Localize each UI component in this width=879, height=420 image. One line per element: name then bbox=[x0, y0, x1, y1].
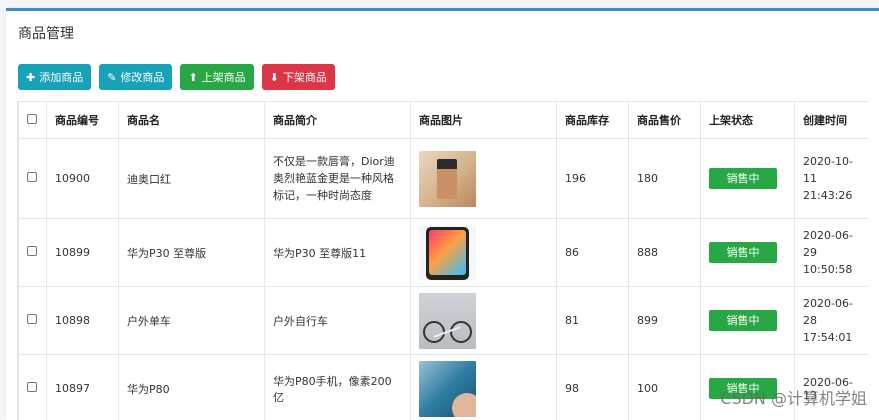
watermark: CSDN @计算机学姐 bbox=[720, 385, 867, 409]
cell-image bbox=[411, 355, 557, 420]
header-stock: 商品库存 bbox=[557, 102, 629, 139]
plus-icon: ✚ bbox=[26, 72, 35, 83]
edit-icon: ✎ bbox=[107, 72, 116, 83]
cell-name: 华为P30 至尊版 bbox=[119, 219, 265, 287]
cell-intro: 户外自行车 bbox=[265, 287, 411, 355]
cell-created: 2020-06-29 10:50:58 bbox=[795, 219, 869, 287]
cell-intro: 华为P80手机，像素200亿 bbox=[265, 355, 411, 420]
cell-name: 迪奥口红 bbox=[119, 139, 265, 219]
cell-status: 销售中 bbox=[701, 287, 795, 355]
delist-product-button[interactable]: ⬇ 下架商品 bbox=[262, 64, 335, 90]
select-all-cell bbox=[19, 102, 47, 139]
row-checkbox[interactable] bbox=[27, 314, 37, 324]
row-checkbox[interactable] bbox=[27, 382, 37, 392]
list-product-button[interactable]: ⬆ 上架商品 bbox=[180, 64, 253, 90]
cell-created: 2020-10-11 21:43:26 bbox=[795, 139, 869, 219]
row-checkbox[interactable] bbox=[27, 172, 37, 182]
page-title: 商品管理 bbox=[18, 23, 74, 43]
cell-stock: 86 bbox=[557, 219, 629, 287]
phone-image bbox=[419, 225, 476, 281]
cell-price: 100 bbox=[629, 355, 701, 420]
cell-image bbox=[411, 139, 557, 219]
add-product-label: 添加商品 bbox=[39, 69, 83, 85]
cell-price: 180 bbox=[629, 139, 701, 219]
status-badge: 销售中 bbox=[709, 242, 777, 263]
arrow-up-icon: ⬆ bbox=[188, 72, 197, 83]
table-row[interactable]: 10899 华为P30 至尊版 华为P30 至尊版11 86 888 销售中 2… bbox=[19, 219, 869, 287]
phone-image bbox=[419, 361, 476, 417]
row-select-cell bbox=[19, 355, 47, 420]
cell-stock: 98 bbox=[557, 355, 629, 420]
bicycle-image bbox=[419, 293, 476, 349]
table-header-row: 商品编号 商品名 商品简介 商品图片 商品库存 商品售价 上架状态 创建时间 bbox=[19, 102, 869, 139]
cell-price: 899 bbox=[629, 287, 701, 355]
product-table-wrapper: 商品编号 商品名 商品简介 商品图片 商品库存 商品售价 上架状态 创建时间 1… bbox=[17, 101, 868, 420]
cell-created: 2020-06-28 17:54:01 bbox=[795, 287, 869, 355]
cell-price: 888 bbox=[629, 219, 701, 287]
status-badge: 销售中 bbox=[709, 310, 777, 331]
status-badge: 销售中 bbox=[709, 168, 777, 189]
header-image: 商品图片 bbox=[411, 102, 557, 139]
row-select-cell bbox=[19, 139, 47, 219]
add-product-button[interactable]: ✚ 添加商品 bbox=[18, 64, 91, 90]
edit-product-label: 修改商品 bbox=[120, 69, 164, 85]
cell-id: 10899 bbox=[47, 219, 119, 287]
cell-intro: 不仅是一款唇膏，Dior迪奥烈艳蓝金更是一种风格标记，一种时尚态度 bbox=[265, 139, 411, 219]
cell-id: 10897 bbox=[47, 355, 119, 420]
cell-status: 销售中 bbox=[701, 219, 795, 287]
header-name: 商品名 bbox=[119, 102, 265, 139]
cell-image bbox=[411, 287, 557, 355]
header-id: 商品编号 bbox=[47, 102, 119, 139]
select-all-checkbox[interactable] bbox=[27, 114, 37, 124]
cell-name: 华为P80 bbox=[119, 355, 265, 420]
header-status: 上架状态 bbox=[701, 102, 795, 139]
list-product-label: 上架商品 bbox=[202, 69, 246, 85]
cell-stock: 196 bbox=[557, 139, 629, 219]
cell-id: 10898 bbox=[47, 287, 119, 355]
table-row[interactable]: 10900 迪奥口红 不仅是一款唇膏，Dior迪奥烈艳蓝金更是一种风格标记，一种… bbox=[19, 139, 869, 219]
product-management-card: 商品管理 ✚ 添加商品 ✎ 修改商品 ⬆ 上架商品 ⬇ 下架商品 bbox=[6, 8, 879, 420]
top-bar bbox=[0, 0, 879, 4]
cell-id: 10900 bbox=[47, 139, 119, 219]
row-select-cell bbox=[19, 287, 47, 355]
toolbar: ✚ 添加商品 ✎ 修改商品 ⬆ 上架商品 ⬇ 下架商品 bbox=[18, 64, 335, 90]
row-checkbox[interactable] bbox=[27, 246, 37, 256]
header-created: 创建时间 bbox=[795, 102, 869, 139]
cell-image bbox=[411, 219, 557, 287]
edit-product-button[interactable]: ✎ 修改商品 bbox=[99, 64, 172, 90]
arrow-down-icon: ⬇ bbox=[270, 72, 279, 83]
header-intro: 商品简介 bbox=[265, 102, 411, 139]
header-price: 商品售价 bbox=[629, 102, 701, 139]
delist-product-label: 下架商品 bbox=[283, 69, 327, 85]
cell-stock: 81 bbox=[557, 287, 629, 355]
cell-intro: 华为P30 至尊版11 bbox=[265, 219, 411, 287]
product-table: 商品编号 商品名 商品简介 商品图片 商品库存 商品售价 上架状态 创建时间 1… bbox=[18, 101, 868, 420]
lipstick-image bbox=[419, 151, 476, 207]
cell-name: 户外单车 bbox=[119, 287, 265, 355]
table-row[interactable]: 10898 户外单车 户外自行车 81 899 销售中 2020-06-28 1… bbox=[19, 287, 869, 355]
cell-status: 销售中 bbox=[701, 139, 795, 219]
row-select-cell bbox=[19, 219, 47, 287]
